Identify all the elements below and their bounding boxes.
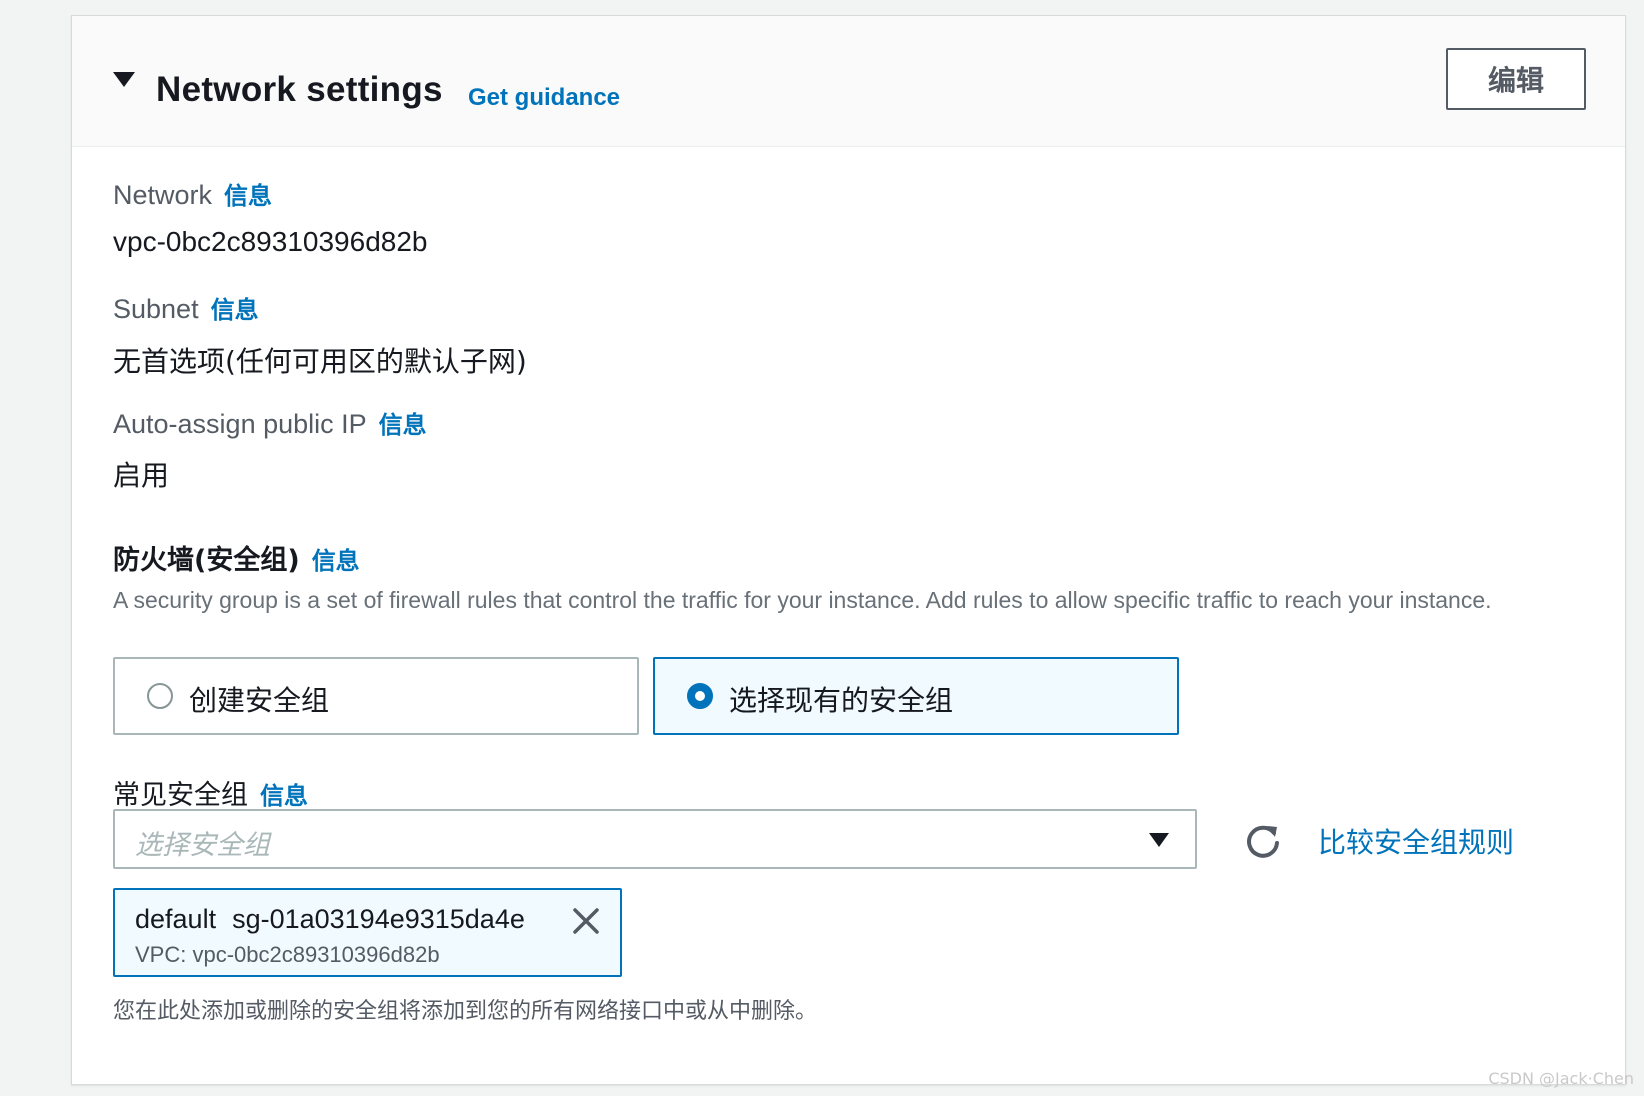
token-group-id: sg-01a03194e9315da4e [232, 904, 525, 934]
create-security-group-radio[interactable] [147, 683, 173, 709]
get-guidance-link[interactable]: Get guidance [468, 84, 620, 112]
collapse-caret-icon[interactable] [113, 72, 135, 87]
common-security-groups-info-link[interactable]: 信息 [260, 782, 308, 810]
watermark: CSDN @Jack·Chen [1488, 1069, 1634, 1088]
token-title: default sg-01a03194e9315da4e [135, 904, 525, 935]
subnet-label: Subnet 信息 [113, 290, 259, 325]
subnet-value: 无首选项(任何可用区的默认子网) [113, 345, 527, 378]
refresh-icon[interactable] [1243, 821, 1283, 861]
close-icon[interactable] [571, 906, 601, 936]
compare-security-group-rules-link[interactable]: 比较安全组规则 [1318, 821, 1514, 861]
edit-button[interactable]: 编辑 [1446, 48, 1586, 110]
network-value: vpc-0bc2c89310396d82b [113, 226, 428, 257]
network-label-text: Network [113, 180, 213, 210]
auto-assign-ip-info-link[interactable]: 信息 [379, 411, 427, 439]
panel-header: Network settings Get guidance 编辑 [72, 16, 1625, 147]
select-existing-security-group-radio[interactable] [687, 683, 713, 709]
common-security-groups-label: 常见安全组 信息 [113, 773, 308, 812]
security-group-select[interactable]: 选择安全组 [113, 809, 1197, 869]
select-existing-security-group-label: 选择现有的安全组 [729, 684, 954, 717]
firewall-description: A security group is a set of firewall ru… [113, 587, 1492, 613]
chevron-down-icon [1149, 833, 1169, 847]
select-existing-security-group-option[interactable]: 选择现有的安全组 [653, 657, 1179, 735]
firewall-info-link[interactable]: 信息 [312, 547, 360, 575]
common-security-groups-label-text: 常见安全组 [113, 780, 248, 811]
create-security-group-label: 创建安全组 [189, 684, 330, 717]
firewall-label-text: 防火墙(安全组) [113, 545, 300, 576]
subnet-label-text: Subnet [113, 294, 199, 324]
firewall-label: 防火墙(安全组) 信息 [113, 538, 360, 577]
auto-assign-ip-label-text: Auto-assign public IP [113, 409, 367, 439]
subnet-info-link[interactable]: 信息 [211, 296, 259, 324]
security-group-footnote: 您在此处添加或删除的安全组将添加到您的所有网络接口中或从中删除。 [113, 999, 818, 1024]
auto-assign-ip-label: Auto-assign public IP 信息 [113, 405, 427, 440]
selected-security-group-token: default sg-01a03194e9315da4e VPC: vpc-0bc… [113, 888, 622, 977]
token-vpc: VPC: vpc-0bc2c89310396d82b [135, 942, 440, 967]
network-label: Network 信息 [113, 176, 272, 211]
token-group-name: default [135, 904, 217, 934]
auto-assign-ip-value: 启用 [113, 459, 170, 492]
network-settings-panel: Network settings Get guidance 编辑 Network… [71, 15, 1626, 1085]
security-group-select-placeholder: 选择安全组 [135, 830, 270, 861]
network-info-link[interactable]: 信息 [224, 182, 272, 210]
section-title: Network settings [156, 70, 443, 109]
create-security-group-option[interactable]: 创建安全组 [113, 657, 639, 735]
